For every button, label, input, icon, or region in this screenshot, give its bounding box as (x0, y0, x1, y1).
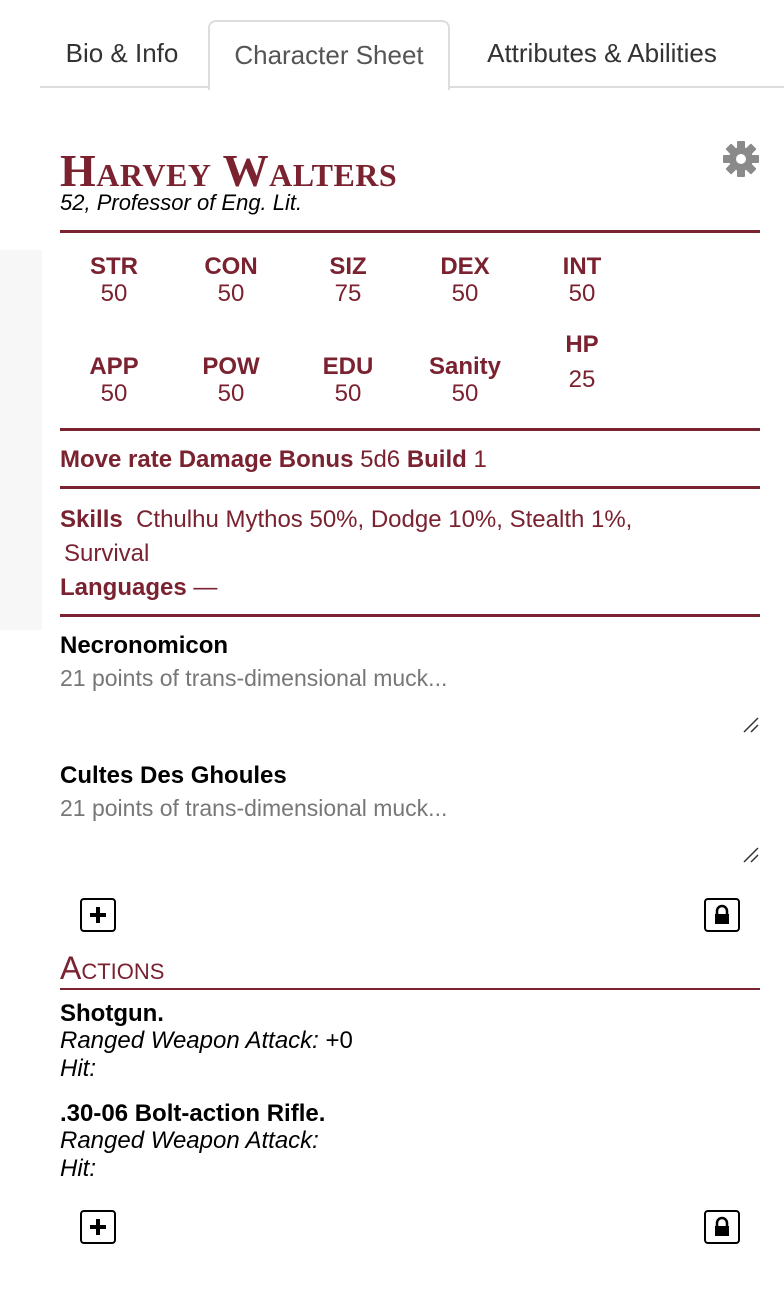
tab-attributes-abilities[interactable]: Attributes & Abilities (452, 20, 752, 88)
tab-character-sheet[interactable]: Character Sheet (208, 20, 450, 90)
stat-app: APP 50 (59, 354, 169, 408)
stat-value: 25 (568, 366, 596, 393)
attack-label: Ranged Weapon Attack: (60, 1127, 319, 1154)
stat-label: CON (204, 253, 258, 280)
skills-label: Skills (60, 506, 123, 533)
stat-value: 50 (100, 280, 128, 307)
lock-icon (715, 1216, 729, 1236)
stat-label: Sanity (428, 353, 502, 380)
stat-label: APP (89, 353, 139, 380)
lock-icon (715, 904, 729, 924)
resize-handle-icon[interactable] (742, 846, 760, 864)
stat-value: 50 (451, 280, 479, 307)
stat-value: 50 (217, 280, 245, 307)
languages-line: Languages — (60, 574, 217, 602)
side-panel-shade (0, 250, 42, 630)
trait-description[interactable]: 21 points of trans-dimensional muck... (60, 665, 447, 692)
action-name[interactable]: Shotgun. (60, 1000, 164, 1028)
damage-bonus-value: 5d6 (360, 446, 401, 473)
stat-pow: POW 50 (176, 354, 286, 408)
trait-description[interactable]: 21 points of trans-dimensional muck... (60, 795, 447, 822)
divider (60, 614, 760, 617)
add-icon (90, 1219, 106, 1235)
tab-bar: Bio & Info Character Sheet Attributes & … (40, 20, 784, 90)
stat-hp: HP 25 (527, 332, 637, 394)
divider (60, 486, 760, 489)
stat-label: SIZ (329, 253, 367, 280)
add-icon (90, 907, 106, 923)
attack-label: Ranged Weapon Attack: (60, 1027, 319, 1054)
stat-label: INT (562, 253, 602, 280)
stat-label: DEX (440, 253, 490, 280)
stat-siz: SIZ 75 (293, 254, 403, 308)
languages-value: — (193, 574, 218, 601)
add-trait-button[interactable] (80, 898, 116, 932)
skills-value: Cthulhu Mythos 50%, Dodge 10%, Stealth 1… (136, 506, 633, 533)
stat-value: 50 (451, 380, 479, 407)
build-label: Build (406, 446, 467, 473)
tab-bio-info[interactable]: Bio & Info (40, 20, 204, 88)
stat-label: HP (565, 331, 599, 358)
stat-con: CON 50 (176, 254, 286, 308)
stat-value: 50 (100, 380, 128, 407)
divider (60, 988, 760, 990)
resize-handle-icon[interactable] (742, 716, 760, 734)
stat-value: 50 (334, 380, 362, 407)
languages-label: Languages (60, 574, 187, 601)
attack-value: +0 (318, 1027, 353, 1054)
skills-line: Skills Cthulhu Mythos 50%, Dodge 10%, St… (60, 506, 632, 534)
action-attack: Ranged Weapon Attack: +0 (60, 1027, 353, 1055)
skills-continued: Survival (64, 540, 150, 567)
action-attack: Ranged Weapon Attack: (60, 1127, 319, 1155)
trait-title[interactable]: Cultes Des Ghoules (60, 762, 287, 790)
stat-int: INT 50 (527, 254, 637, 308)
lock-actions-button[interactable] (704, 1210, 740, 1244)
action-hit: Hit: (60, 1055, 96, 1082)
stat-label: POW (202, 353, 260, 380)
stat-value: 50 (217, 380, 245, 407)
stat-value: 75 (334, 280, 362, 307)
action-hit: Hit: (60, 1155, 96, 1182)
character-name: Harvey Walters (60, 145, 398, 196)
action-name[interactable]: .30-06 Bolt-action Rifle. (60, 1100, 325, 1128)
stat-label: STR (90, 253, 138, 280)
stat-label: EDU (322, 353, 374, 380)
lock-traits-button[interactable] (704, 898, 740, 932)
character-subtitle: 52, Professor of Eng. Lit. (60, 190, 303, 215)
actions-heading: Actions (60, 950, 165, 986)
trait-title[interactable]: Necronomicon (60, 632, 228, 660)
move-rate-label: Move rate (60, 446, 173, 473)
movement-line: Move rate Damage Bonus 5d6 Build 1 (60, 446, 487, 474)
stat-sanity: Sanity 50 (410, 354, 520, 408)
stat-value: 50 (568, 280, 596, 307)
stat-dex: DEX 50 (410, 254, 520, 308)
stat-str: STR 50 (59, 254, 169, 308)
divider (60, 230, 760, 233)
stat-edu: EDU 50 (293, 354, 403, 408)
build-value: 1 (473, 446, 487, 473)
gear-icon[interactable] (722, 140, 760, 178)
damage-bonus-label: Damage Bonus (178, 446, 354, 473)
add-action-button[interactable] (80, 1210, 116, 1244)
divider (60, 428, 760, 431)
